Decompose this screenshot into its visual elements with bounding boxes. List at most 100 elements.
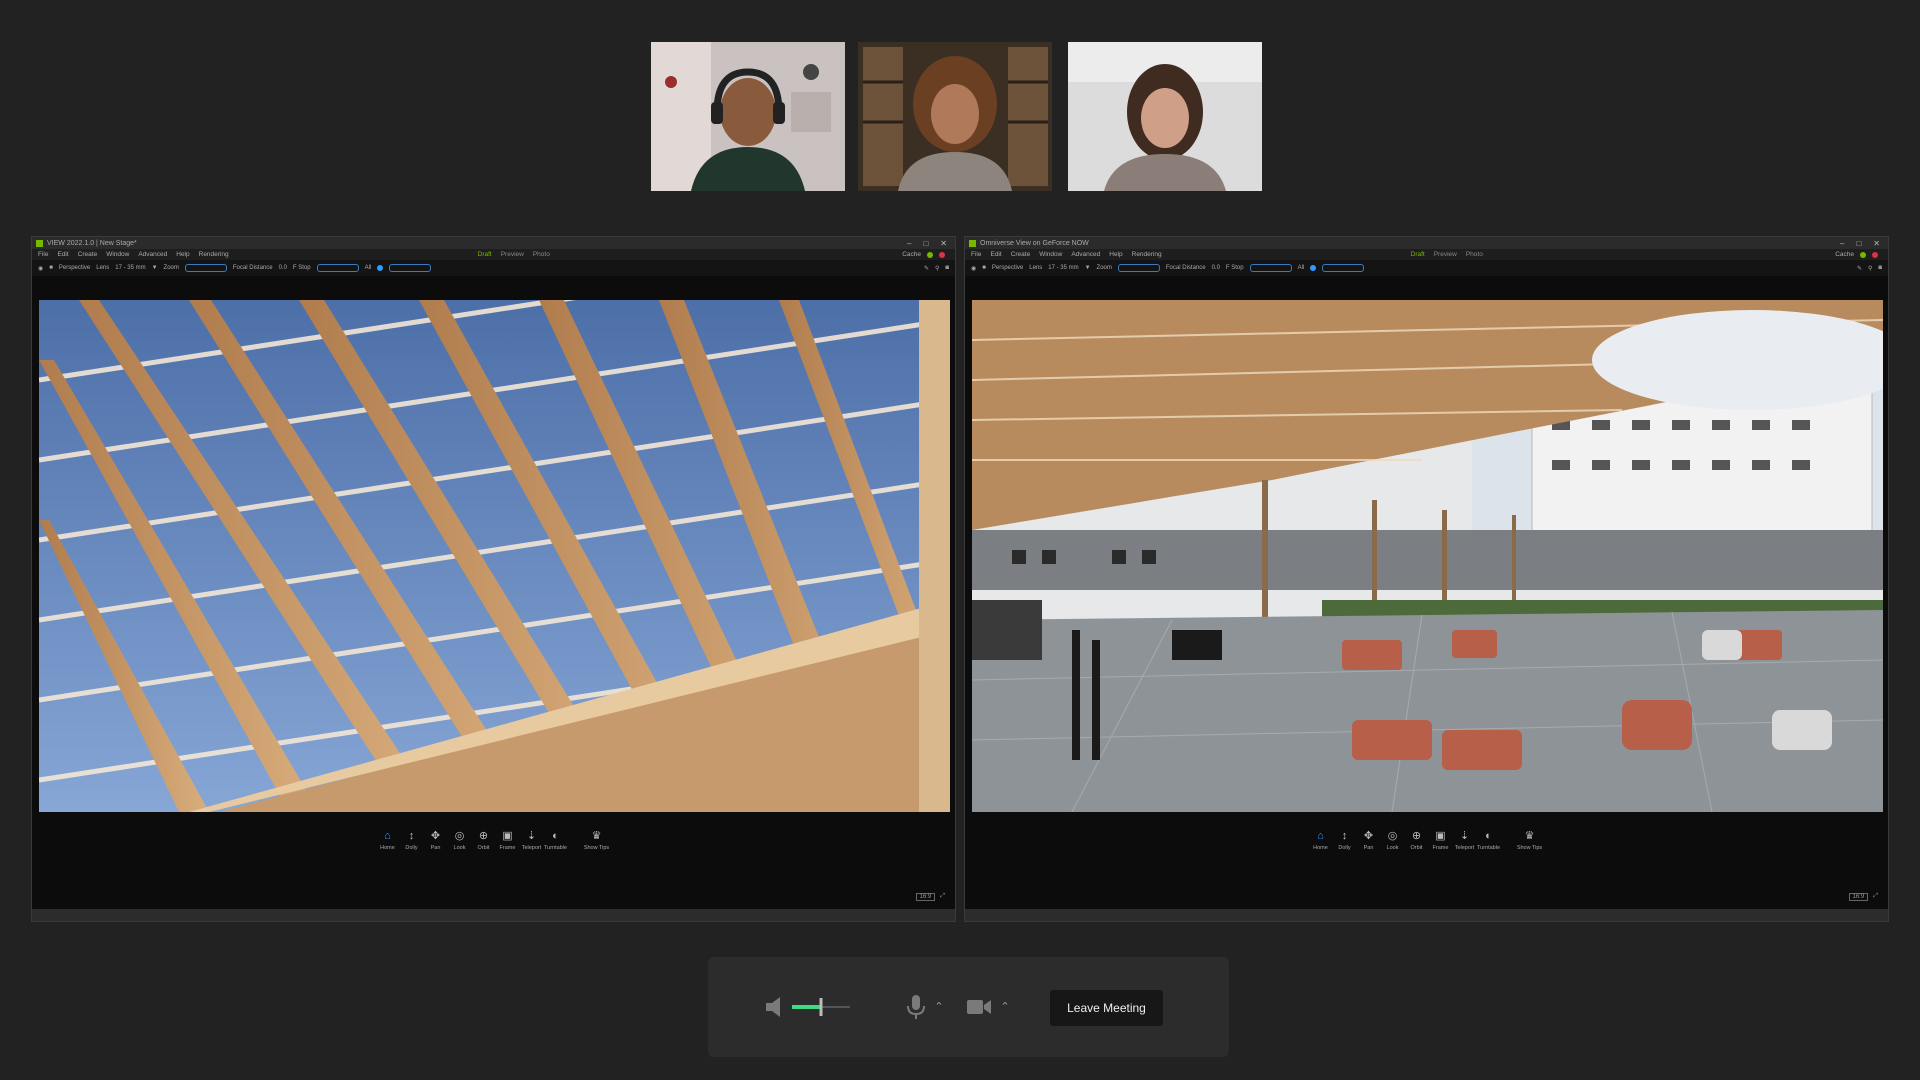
nav-frame[interactable]: ▣ Frame: [1431, 829, 1451, 851]
rooftop-terrace-render-image: [972, 300, 1883, 812]
fstop-field[interactable]: [1249, 264, 1292, 272]
minimize-icon[interactable]: –: [907, 239, 911, 248]
fullscreen-icon[interactable]: ⤢: [1873, 893, 1878, 901]
zoom-label: Zoom: [163, 265, 179, 271]
eye-icon[interactable]: ◉: [971, 265, 976, 272]
menu-rendering[interactable]: Rendering: [1132, 251, 1162, 258]
lens-value[interactable]: 17 - 35 mm: [115, 265, 145, 271]
maximize-icon[interactable]: □: [923, 239, 928, 248]
menu-edit[interactable]: Edit: [990, 251, 1001, 258]
camera-select[interactable]: Perspective: [992, 265, 1023, 271]
participant-video-2[interactable]: [858, 42, 1052, 191]
menu-advanced[interactable]: Advanced: [138, 251, 167, 258]
mode-photo[interactable]: Photo: [533, 251, 550, 258]
menu-create[interactable]: Create: [78, 251, 98, 258]
mode-preview[interactable]: Preview: [501, 251, 524, 258]
menu-create[interactable]: Create: [1011, 251, 1031, 258]
participant-2-image: [858, 42, 1052, 191]
mode-preview[interactable]: Preview: [1434, 251, 1457, 258]
brush-icon[interactable]: ✎: [924, 265, 929, 272]
nav-teleport[interactable]: ⇣ Teleport: [522, 829, 542, 851]
speaker-button[interactable]: [764, 995, 786, 1019]
menu-help[interactable]: Help: [1109, 251, 1122, 258]
volume-thumb[interactable]: [819, 998, 823, 1016]
chevron-down-icon[interactable]: ▼: [152, 265, 158, 271]
nav-show-tips-label: Show Tips: [583, 845, 610, 851]
volume-slider[interactable]: [792, 997, 850, 1017]
lens-label: Lens: [96, 265, 110, 271]
microphone-button[interactable]: [904, 993, 928, 1021]
left-viewport[interactable]: [39, 300, 950, 812]
pin-icon[interactable]: ⚲: [935, 265, 939, 272]
turntable-icon: ◐: [1485, 829, 1492, 842]
screenshot-icon[interactable]: ◙: [1878, 265, 1882, 272]
nav-look[interactable]: ◎ Look: [450, 829, 470, 851]
close-icon[interactable]: ✕: [1873, 239, 1880, 248]
menu-edit[interactable]: Edit: [57, 251, 68, 258]
orbit-icon: ⊕: [478, 830, 489, 842]
aspect-toggle-icon[interactable]: 16:9: [915, 893, 936, 901]
focal-value[interactable]: 0.0: [279, 265, 287, 271]
menu-window[interactable]: Window: [1039, 251, 1062, 258]
screenshot-icon[interactable]: ◙: [945, 265, 949, 272]
eye-icon[interactable]: ◉: [38, 265, 43, 272]
leave-meeting-button[interactable]: Leave Meeting: [1050, 990, 1163, 1026]
nav-orbit[interactable]: ⊕ Orbit: [1407, 829, 1427, 851]
nav-pan[interactable]: ✥ Pan: [1359, 829, 1379, 851]
nav-teleport-label: Teleport: [1454, 845, 1475, 851]
toggle-icon[interactable]: [377, 265, 384, 271]
nav-turntable[interactable]: ◐ Turntable: [544, 829, 567, 852]
nav-dolly[interactable]: ↕ Dolly: [1335, 829, 1355, 852]
camera-options-chevron-icon[interactable]: ⌃: [998, 999, 1012, 1013]
exposure-field[interactable]: [1322, 264, 1365, 272]
window-title: VIEW 2022.1.0 | New Stage*: [47, 239, 137, 247]
mode-photo[interactable]: Photo: [1466, 251, 1483, 258]
user-icon[interactable]: [1872, 251, 1878, 258]
zoom-field[interactable]: [184, 264, 227, 272]
menu-help[interactable]: Help: [176, 251, 189, 258]
nav-pan[interactable]: ✥ Pan: [426, 829, 446, 851]
nav-look[interactable]: ◎ Look: [1383, 829, 1403, 851]
menu-window[interactable]: Window: [106, 251, 129, 258]
right-viewport[interactable]: [972, 300, 1883, 812]
nav-home[interactable]: ⌂ Home: [1311, 829, 1331, 852]
fstop-field[interactable]: [316, 264, 359, 272]
chevron-down-icon[interactable]: ▼: [1085, 265, 1091, 271]
camera-select[interactable]: Perspective: [59, 265, 90, 271]
nav-turntable[interactable]: ◐ Turntable: [1477, 829, 1500, 852]
participant-video-1[interactable]: [651, 42, 845, 191]
menu-advanced[interactable]: Advanced: [1071, 251, 1100, 258]
mode-draft[interactable]: Draft: [478, 251, 492, 258]
camera-button[interactable]: [966, 995, 992, 1019]
menu-file[interactable]: File: [971, 251, 981, 258]
nav-home[interactable]: ⌂ Home: [378, 829, 398, 852]
pin-icon[interactable]: ⚲: [1868, 265, 1872, 272]
pergola-render-image: [39, 300, 950, 812]
aspect-toggle-icon[interactable]: 16:9: [1848, 893, 1869, 901]
participant-video-3[interactable]: [1068, 42, 1262, 191]
nav-show-tips[interactable]: ♛ Show Tips: [584, 829, 610, 851]
lens-value[interactable]: 17 - 35 mm: [1048, 265, 1078, 271]
lens-label: Lens: [1029, 265, 1043, 271]
nav-frame[interactable]: ▣ Frame: [498, 829, 518, 851]
nav-show-tips[interactable]: ♛ Show Tips: [1517, 829, 1543, 851]
nav-dolly[interactable]: ↕ Dolly: [402, 829, 422, 852]
user-icon[interactable]: [939, 251, 945, 258]
maximize-icon[interactable]: □: [1856, 239, 1861, 248]
nav-orbit[interactable]: ⊕ Orbit: [474, 829, 494, 851]
focal-value[interactable]: 0.0: [1212, 265, 1220, 271]
close-icon[interactable]: ✕: [940, 239, 947, 248]
zoom-field[interactable]: [1117, 264, 1160, 272]
camera-icon[interactable]: ■: [49, 265, 53, 271]
menu-rendering[interactable]: Rendering: [199, 251, 229, 258]
camera-icon[interactable]: ■: [982, 265, 986, 271]
fullscreen-icon[interactable]: ⤢: [940, 893, 945, 901]
menu-file[interactable]: File: [38, 251, 48, 258]
nav-teleport[interactable]: ⇣ Teleport: [1455, 829, 1475, 851]
brush-icon[interactable]: ✎: [1857, 265, 1862, 272]
microphone-options-chevron-icon[interactable]: ⌃: [932, 999, 946, 1013]
toggle-icon[interactable]: [1310, 265, 1317, 271]
exposure-field[interactable]: [389, 264, 432, 272]
minimize-icon[interactable]: –: [1840, 239, 1844, 248]
mode-draft[interactable]: Draft: [1411, 251, 1425, 258]
